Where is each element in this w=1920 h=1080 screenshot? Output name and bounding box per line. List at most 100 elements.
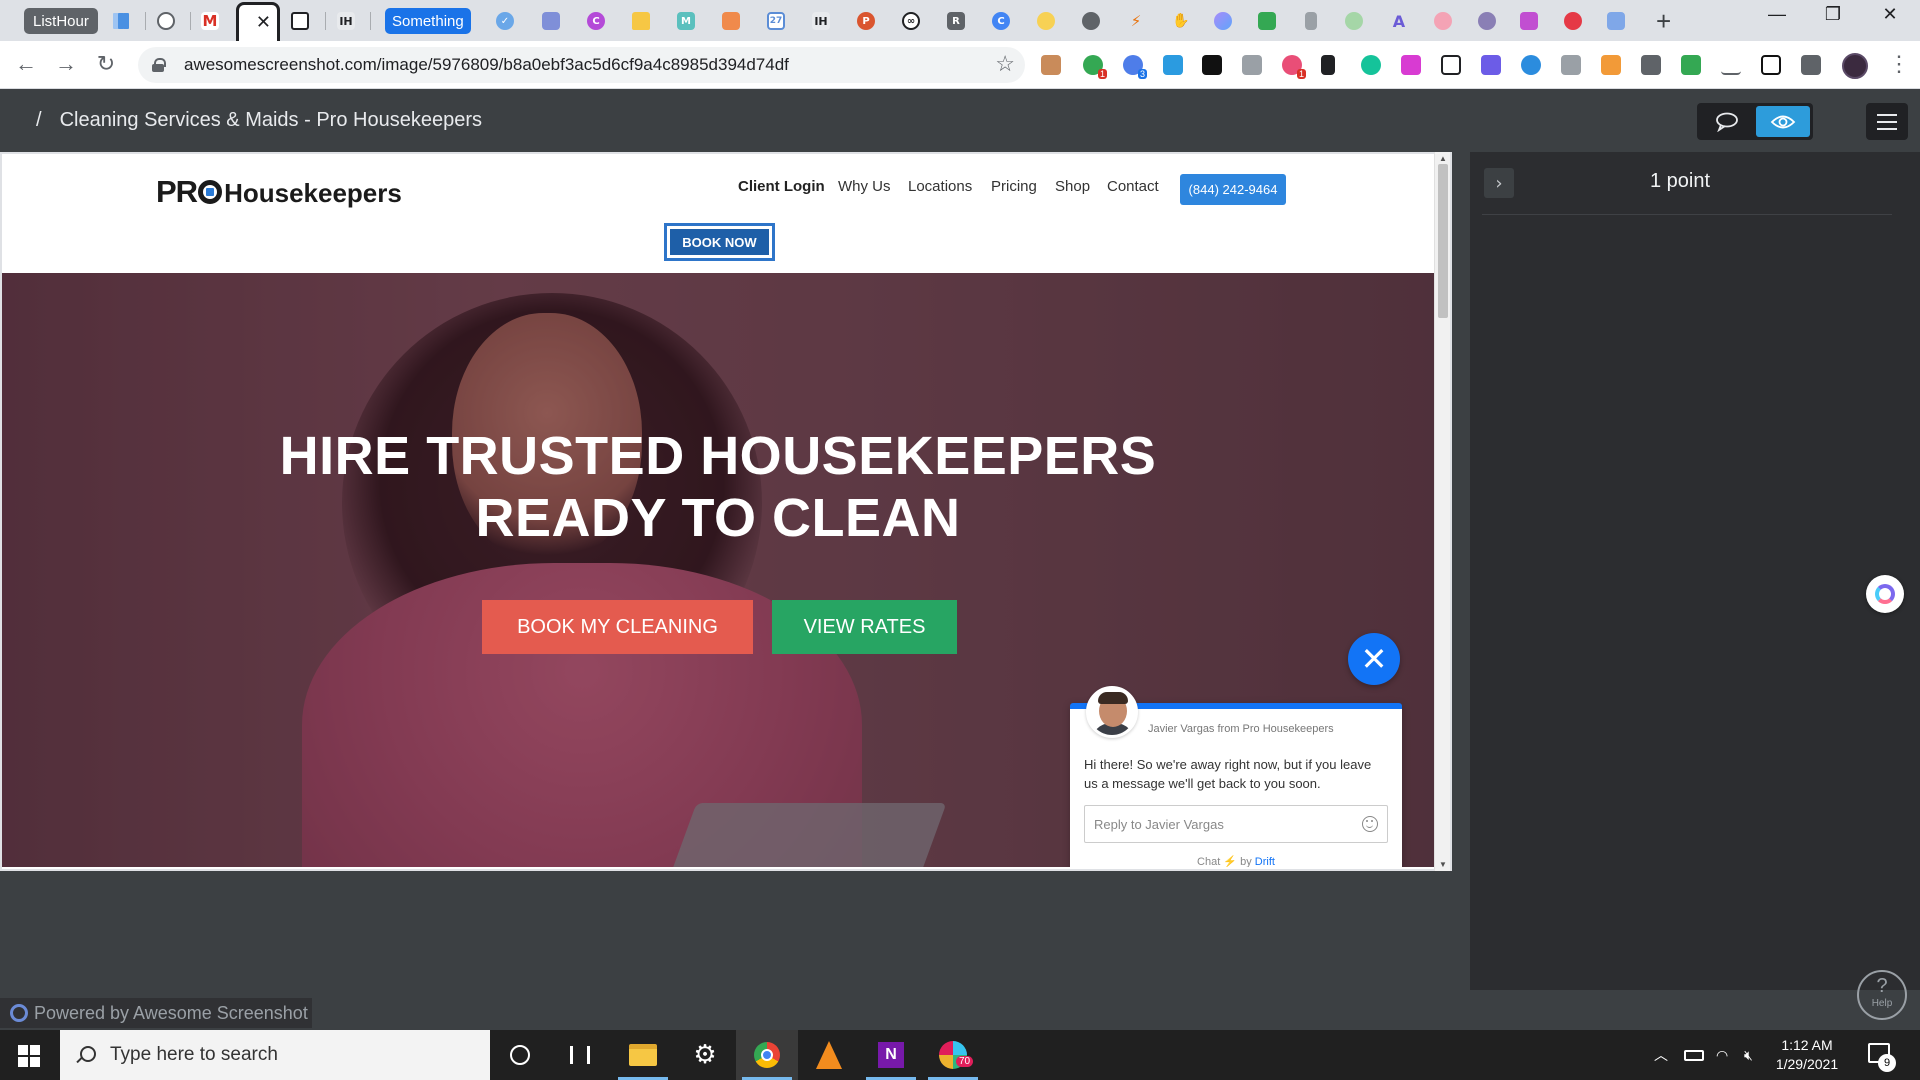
tab-bookmark-icon[interactable]: [1300, 4, 1322, 38]
tab-group-listhour[interactable]: ListHour: [24, 8, 98, 34]
nav-pricing[interactable]: Pricing: [991, 178, 1037, 195]
windows-start-icon[interactable]: [18, 1045, 40, 1067]
tab-folder-icon[interactable]: [630, 4, 652, 38]
chat-close-button[interactable]: ✕: [1348, 633, 1400, 685]
tab-orange-doc-icon[interactable]: [720, 4, 742, 38]
phone-button[interactable]: (844) 242-9464: [1180, 174, 1286, 205]
tab-c-blue-icon[interactable]: C: [990, 4, 1012, 38]
tab-bolt-icon[interactable]: ⚡: [1125, 4, 1147, 38]
settings-gear-icon[interactable]: ⚙: [674, 1030, 736, 1080]
extension-grey-icon[interactable]: [1561, 55, 1581, 75]
extension-green-square-icon[interactable]: [1681, 55, 1701, 75]
powered-by-awesome-screenshot[interactable]: Powered by Awesome Screenshot: [0, 998, 312, 1028]
preview-mode-button[interactable]: [1756, 106, 1810, 137]
nav-client-login[interactable]: Client Login: [738, 178, 825, 195]
tab-infinity-icon[interactable]: ∞: [900, 4, 922, 38]
new-tab-button[interactable]: +: [1656, 6, 1671, 37]
vlc-icon[interactable]: [798, 1030, 860, 1080]
extension-fx-icon[interactable]: [1441, 55, 1461, 75]
restore-window-button[interactable]: ❐: [1810, 4, 1856, 25]
tab-circle-icon[interactable]: [155, 4, 177, 38]
tab-a-icon[interactable]: A: [1388, 4, 1410, 38]
browser-menu-icon[interactable]: ⋮: [1888, 51, 1910, 77]
tab-gradient-icon[interactable]: [1212, 4, 1234, 38]
comment-mode-button[interactable]: [1700, 106, 1754, 137]
address-bar[interactable]: awesomescreenshot.com/image/5976809/b8a0…: [138, 47, 1025, 83]
nav-locations[interactable]: Locations: [908, 178, 972, 195]
extension-font-icon[interactable]: [1321, 55, 1335, 75]
nav-contact[interactable]: Contact: [1107, 178, 1159, 195]
cortana-icon[interactable]: [489, 1030, 551, 1080]
clickup-icon[interactable]: [1866, 575, 1904, 613]
book-now-button[interactable]: BOOK NOW: [664, 223, 775, 261]
tab-miro-icon[interactable]: M: [675, 4, 697, 38]
tab-gmail-icon[interactable]: M: [199, 4, 221, 38]
taskbar-search[interactable]: Type here to search: [60, 1030, 490, 1080]
show-hidden-icons-chevron[interactable]: ︿: [1654, 1030, 1668, 1080]
tab-edit-icon[interactable]: [1518, 4, 1540, 38]
tab-purple-square-icon[interactable]: [540, 4, 562, 38]
tab-github-icon[interactable]: [1080, 4, 1102, 38]
notion-icon[interactable]: [1761, 55, 1781, 75]
tab-ih-icon[interactable]: IH: [335, 4, 357, 38]
nav-why-us[interactable]: Why Us: [838, 178, 891, 195]
task-view-icon[interactable]: [549, 1030, 611, 1080]
nav-shop[interactable]: Shop: [1055, 178, 1090, 195]
extension-dropper-icon[interactable]: [1641, 55, 1661, 75]
tab-r-icon[interactable]: R: [945, 4, 967, 38]
extension-camera-icon[interactable]: [1242, 55, 1262, 75]
wifi-icon[interactable]: ◠: [1716, 1030, 1728, 1080]
address-url[interactable]: awesomescreenshot.com/image/5976809/b8a0…: [184, 55, 789, 75]
screenshot-scrollbar[interactable]: ▲ ▼: [1434, 152, 1450, 871]
tab-notes-icon[interactable]: [289, 4, 311, 38]
extensions-puzzle-icon[interactable]: [1801, 55, 1821, 75]
tab-audio-icon[interactable]: [110, 4, 132, 38]
tab-red-icon[interactable]: [1562, 4, 1584, 38]
extension-check-icon[interactable]: [1481, 55, 1501, 75]
tab-check-icon[interactable]: ✓: [494, 4, 516, 38]
tab-forward-icon[interactable]: [1605, 4, 1627, 38]
extension-window-icon[interactable]: [1163, 55, 1183, 75]
view-rates-button[interactable]: VIEW RATES: [772, 600, 957, 654]
grammarly-icon[interactable]: [1361, 55, 1381, 75]
onenote-icon[interactable]: N: [860, 1030, 922, 1080]
volume-muted-icon[interactable]: 🔇︎: [1744, 1030, 1753, 1080]
tab-canva-icon[interactable]: C: [585, 4, 607, 38]
tab-planet-icon[interactable]: [1476, 4, 1498, 38]
chat-reply-field[interactable]: [1084, 805, 1388, 843]
file-explorer-icon[interactable]: [612, 1030, 674, 1080]
slack-taskbar-icon[interactable]: 70: [922, 1030, 984, 1080]
close-tab-icon[interactable]: ✕: [256, 12, 271, 33]
extension-face-icon[interactable]: [1041, 55, 1061, 75]
tab-group-something[interactable]: Something: [385, 8, 471, 34]
system-clock[interactable]: 1:12 AM 1/29/2021: [1762, 1036, 1852, 1074]
pro-housekeepers-logo[interactable]: PR Housekeepers: [156, 174, 402, 210]
profile-avatar[interactable]: [1842, 53, 1868, 79]
scroll-up-arrow-icon[interactable]: ▲: [1439, 154, 1447, 163]
bookmark-star-icon[interactable]: ☆: [995, 51, 1015, 77]
scroll-down-arrow-icon[interactable]: ▼: [1439, 860, 1447, 869]
active-tab[interactable]: ✕: [236, 2, 280, 41]
forward-icon[interactable]: →: [52, 51, 80, 77]
extension-w-icon[interactable]: [1202, 55, 1222, 75]
chat-reply-input[interactable]: [1094, 806, 1354, 842]
minimize-window-button[interactable]: —: [1754, 4, 1800, 25]
drift-link[interactable]: Drift: [1255, 856, 1275, 867]
list-menu-button[interactable]: [1866, 103, 1908, 140]
tab-flower-icon[interactable]: [1343, 4, 1365, 38]
close-window-button[interactable]: ✕: [1867, 4, 1913, 25]
tab-pink-icon[interactable]: [1432, 4, 1454, 38]
tab-calendar-icon[interactable]: 27: [765, 4, 787, 38]
extension-grid-icon[interactable]: [1601, 55, 1621, 75]
back-icon[interactable]: ←: [12, 51, 40, 77]
battery-icon[interactable]: [1684, 1030, 1704, 1080]
tab-green-icon[interactable]: [1256, 4, 1278, 38]
tab-producthunt-icon[interactable]: P: [855, 4, 877, 38]
emoji-icon[interactable]: [1362, 816, 1378, 832]
extension-gradient-icon[interactable]: [1401, 55, 1421, 75]
tab-ih2-icon[interactable]: IH: [810, 4, 832, 38]
tab-hand-icon[interactable]: ✋: [1170, 4, 1192, 38]
extension-caret-icon[interactable]: [1721, 55, 1741, 75]
book-my-cleaning-button[interactable]: BOOK MY CLEANING: [482, 600, 753, 654]
tab-bulb-icon[interactable]: [1035, 4, 1057, 38]
